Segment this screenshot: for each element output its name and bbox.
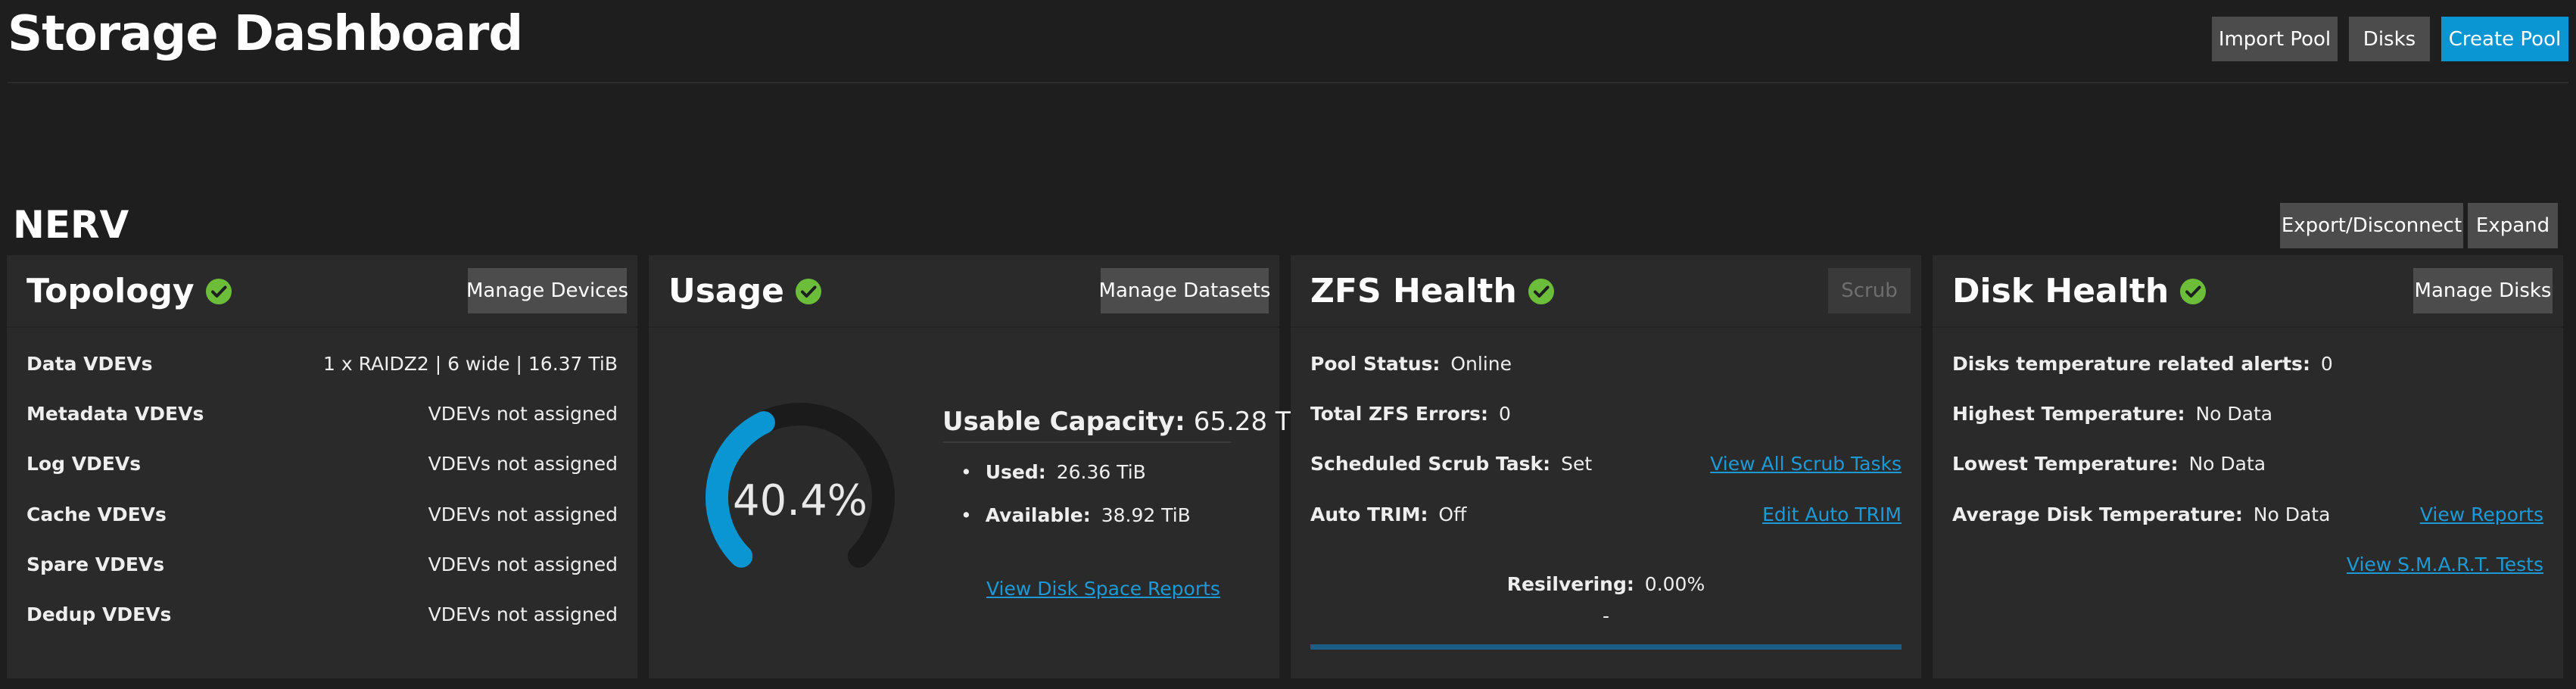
usage-card: Usage Manage Datasets 40.4% Usable Capac… — [649, 255, 1315, 678]
create-pool-button[interactable]: Create Pool — [2441, 17, 2568, 61]
export-disconnect-button[interactable]: Export/Disconnect — [2280, 203, 2463, 248]
header-divider — [8, 82, 2568, 83]
scheduled-scrub-task: Scheduled Scrub Task: Set — [1310, 453, 1592, 475]
dedup-vdevs-label: Dedup VDEVs — [26, 603, 172, 625]
temperature-alerts: Disks temperature related alerts: 0 — [1952, 353, 2333, 375]
usage-title-text: Usage — [668, 272, 784, 310]
resilvering-status: Resilvering: 0.00% — [1291, 573, 1921, 595]
total-zfs-errors-label: Total ZFS Errors: — [1310, 403, 1489, 425]
view-reports-link[interactable]: View Reports — [2420, 504, 2543, 525]
bullet-icon: • — [961, 461, 972, 483]
used-item: • Used: 26.36 TiB — [961, 461, 1146, 483]
disk-health-card: Disk Health Manage Disks Disks temperatu… — [1933, 255, 2563, 678]
pool-name: NERV — [13, 203, 129, 247]
temperature-alerts-label: Disks temperature related alerts: — [1952, 353, 2310, 375]
highest-temperature-value: No Data — [2195, 403, 2273, 425]
usable-capacity: Usable Capacity: 65.28 TiB — [942, 407, 1315, 443]
pool-status: Pool Status: Online — [1310, 353, 1512, 375]
resilvering-dash: - — [1602, 605, 1610, 627]
log-vdevs-label: Log VDEVs — [26, 453, 142, 475]
topology-title: Topology — [26, 272, 232, 310]
topology-card: Topology Manage Devices Data VDEVs 1 x R… — [7, 255, 637, 678]
auto-trim-value: Off — [1438, 504, 1467, 525]
cache-vdevs-value: VDEVs not assigned — [428, 504, 618, 525]
available-label: Available: — [985, 504, 1091, 526]
resilvering-label: Resilvering: — [1506, 573, 1634, 595]
import-pool-button[interactable]: Import Pool — [2212, 17, 2338, 61]
total-zfs-errors-value: 0 — [1499, 403, 1511, 425]
expand-button[interactable]: Expand — [2468, 203, 2558, 248]
view-disk-space-reports-link[interactable]: View Disk Space Reports — [986, 578, 1220, 600]
spare-vdevs-label: Spare VDEVs — [26, 553, 165, 575]
scheduled-scrub-task-label: Scheduled Scrub Task: — [1310, 453, 1551, 475]
zfs-health-card-header: ZFS Health Scrub — [1291, 255, 1921, 328]
log-vdevs-value: VDEVs not assigned — [428, 453, 618, 475]
check-circle-icon — [2180, 278, 2207, 304]
view-smart-tests-link[interactable]: View S.M.A.R.T. Tests — [2347, 553, 2543, 575]
lowest-temperature: Lowest Temperature: No Data — [1952, 453, 2266, 475]
pool-status-value: Online — [1450, 353, 1512, 375]
bullet-icon: • — [961, 504, 972, 526]
usage-card-header: Usage Manage Datasets — [649, 255, 1279, 328]
disks-button[interactable]: Disks — [2349, 17, 2430, 61]
pool-status-label: Pool Status: — [1310, 353, 1441, 375]
disk-health-card-header: Disk Health Manage Disks — [1933, 255, 2563, 328]
used-label: Used: — [985, 461, 1046, 483]
topology-title-text: Topology — [26, 272, 195, 310]
data-vdevs-label: Data VDEVs — [26, 353, 153, 375]
manage-datasets-button[interactable]: Manage Datasets — [1099, 268, 1270, 313]
auto-trim-label: Auto TRIM: — [1310, 504, 1428, 525]
zfs-health-title-text: ZFS Health — [1310, 272, 1517, 310]
page-title: Storage Dashboard — [8, 6, 523, 62]
zfs-health-card: ZFS Health Scrub Pool Status: Online Tot… — [1291, 255, 1921, 678]
zfs-health-title: ZFS Health — [1310, 272, 1555, 310]
data-vdevs-value: 1 x RAIDZ2 | 6 wide | 16.37 TiB — [323, 353, 618, 375]
check-circle-icon — [205, 278, 232, 304]
scheduled-scrub-task-value: Set — [1561, 453, 1593, 475]
available-value: 38.92 TiB — [1101, 504, 1191, 526]
total-zfs-errors: Total ZFS Errors: 0 — [1310, 403, 1511, 425]
average-disk-temperature-value: No Data — [2253, 504, 2331, 525]
highest-temperature-label: Highest Temperature: — [1952, 403, 2185, 425]
highest-temperature: Highest Temperature: No Data — [1952, 403, 2272, 425]
lowest-temperature-label: Lowest Temperature: — [1952, 453, 2179, 475]
resilvering-progress-bar — [1310, 644, 1902, 650]
scrub-button[interactable]: Scrub — [1828, 268, 1911, 313]
temperature-alerts-value: 0 — [2320, 353, 2333, 375]
manage-disks-button[interactable]: Manage Disks — [2413, 268, 2553, 313]
dedup-vdevs-value: VDEVs not assigned — [428, 603, 618, 625]
topology-card-header: Topology Manage Devices — [7, 255, 637, 328]
used-value: 26.36 TiB — [1056, 461, 1146, 483]
view-all-scrub-tasks-link[interactable]: View All Scrub Tasks — [1710, 453, 1902, 475]
usage-title: Usage — [668, 272, 822, 310]
manage-devices-button[interactable]: Manage Devices — [466, 268, 628, 313]
usage-percent: 40.4% — [733, 476, 867, 525]
metadata-vdevs-label: Metadata VDEVs — [26, 403, 204, 425]
spare-vdevs-value: VDEVs not assigned — [428, 553, 618, 575]
check-circle-icon — [1528, 278, 1554, 304]
usable-capacity-label: Usable Capacity: — [942, 407, 1185, 437]
disk-health-title-text: Disk Health — [1952, 272, 2170, 310]
cache-vdevs-label: Cache VDEVs — [26, 504, 167, 525]
resilvering-value: 0.00% — [1644, 573, 1705, 595]
check-circle-icon — [795, 278, 821, 304]
usage-gauge: 40.4% — [706, 403, 895, 568]
auto-trim: Auto TRIM: Off — [1310, 504, 1466, 525]
average-disk-temperature-label: Average Disk Temperature: — [1952, 504, 2243, 525]
average-disk-temperature: Average Disk Temperature: No Data — [1952, 504, 2330, 525]
lowest-temperature-value: No Data — [2188, 453, 2266, 475]
disk-health-title: Disk Health — [1952, 272, 2207, 310]
metadata-vdevs-value: VDEVs not assigned — [428, 403, 618, 425]
available-item: • Available: 38.92 TiB — [961, 504, 1191, 526]
edit-auto-trim-link[interactable]: Edit Auto TRIM — [1762, 504, 1902, 525]
